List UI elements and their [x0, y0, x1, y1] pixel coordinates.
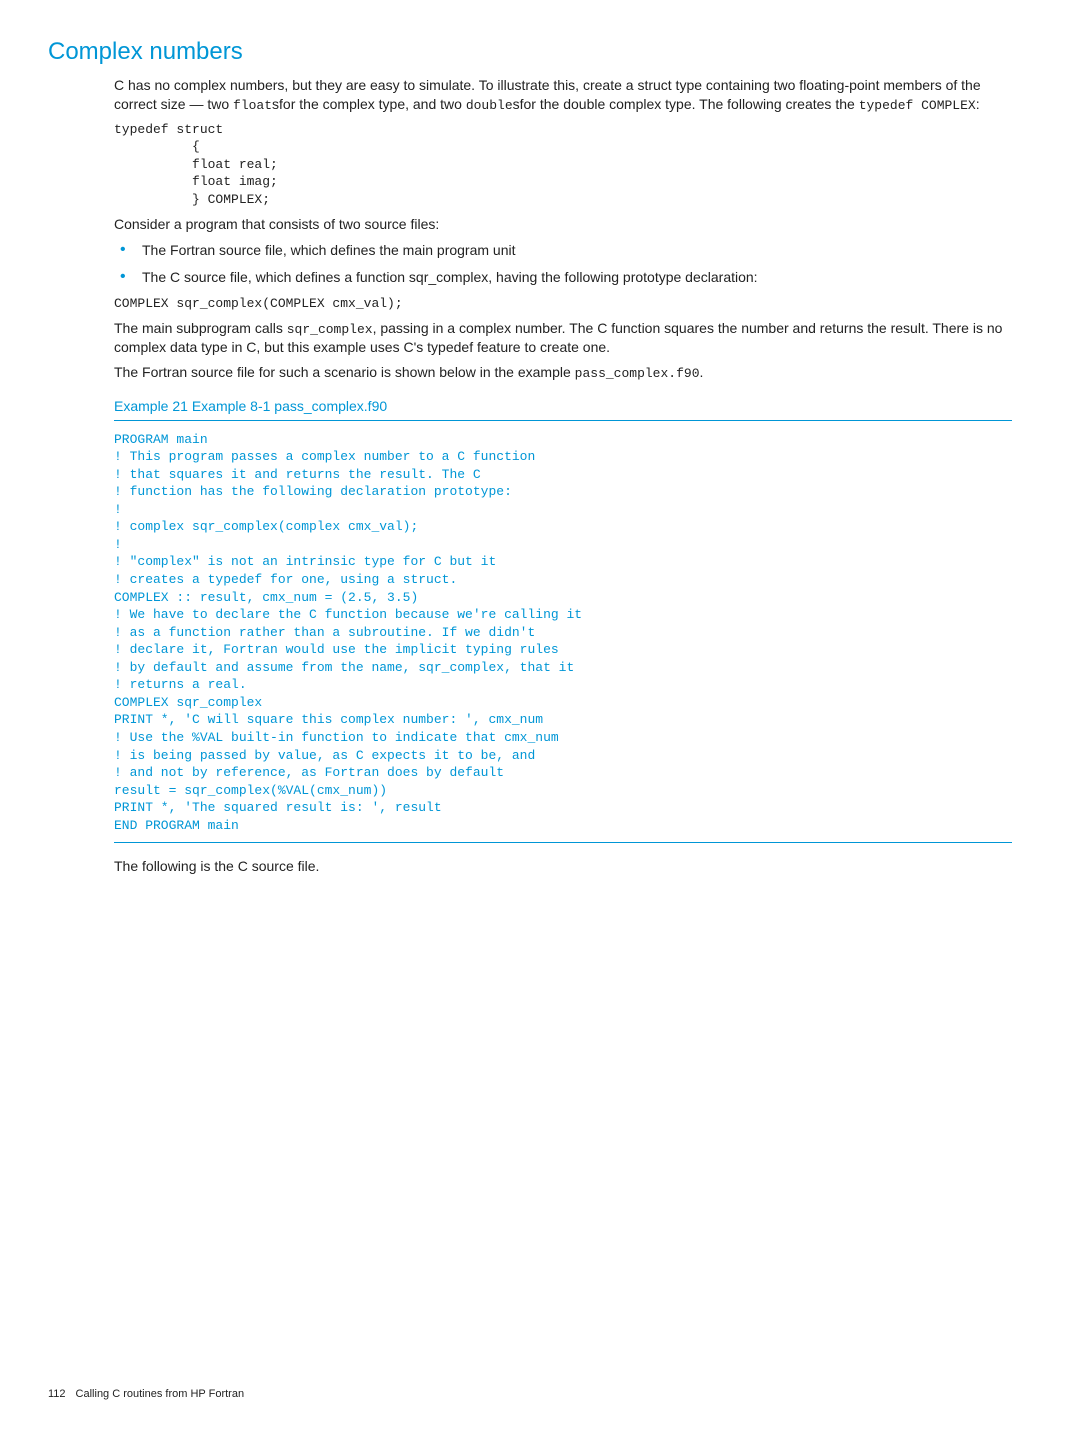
text: The main subprogram calls [114, 320, 287, 336]
list-item-text: The C source file, which defines a funct… [142, 269, 758, 285]
code-block-typedef: typedef struct { float real; float imag;… [114, 121, 1012, 209]
list-item: The Fortran source file, which defines t… [114, 241, 1012, 260]
paragraph-consider: Consider a program that consists of two … [114, 215, 1012, 234]
text: The Fortran source file for such a scena… [114, 364, 575, 380]
paragraph-fortran-source: The Fortran source file for such a scena… [114, 363, 1012, 383]
list-item: The C source file, which defines a funct… [114, 268, 1012, 287]
list-item-text: The Fortran source file, which defines t… [142, 242, 516, 258]
text: : [976, 96, 980, 112]
text: sfor the complex type, and two [272, 96, 466, 112]
page-number: 112 [48, 1388, 66, 1400]
inline-code-typedef: typedef COMPLEX [859, 98, 976, 113]
bullet-list: The Fortran source file, which defines t… [114, 241, 1012, 287]
text: sfor the double complex type. The follow… [513, 96, 859, 112]
paragraph-following: The following is the C source file. [114, 857, 1012, 876]
example-title: Example 21 Example 8-1 pass_complex.f90 [114, 397, 1012, 416]
example-rule-top [114, 420, 1012, 421]
example-rule-bottom [114, 842, 1012, 843]
footer-text: Calling C routines from HP Fortran [76, 1388, 245, 1400]
inline-code-filename: pass_complex.f90 [575, 366, 700, 381]
code-block-prototype: COMPLEX sqr_complex(COMPLEX cmx_val); [114, 295, 1012, 313]
inline-code-sqr-complex: sqr_complex [287, 322, 373, 337]
paragraph-subprogram: The main subprogram calls sqr_complex, p… [114, 319, 1012, 357]
text: . [700, 364, 704, 380]
inline-code-float: float [233, 98, 272, 113]
page-footer: 112 Calling C routines from HP Fortran [48, 1387, 244, 1402]
section-heading: Complex numbers [48, 36, 1032, 68]
inline-code-double: double [466, 98, 513, 113]
example-code-block: PROGRAM main ! This program passes a com… [114, 431, 1012, 835]
paragraph-intro: C has no complex numbers, but they are e… [114, 76, 1012, 114]
